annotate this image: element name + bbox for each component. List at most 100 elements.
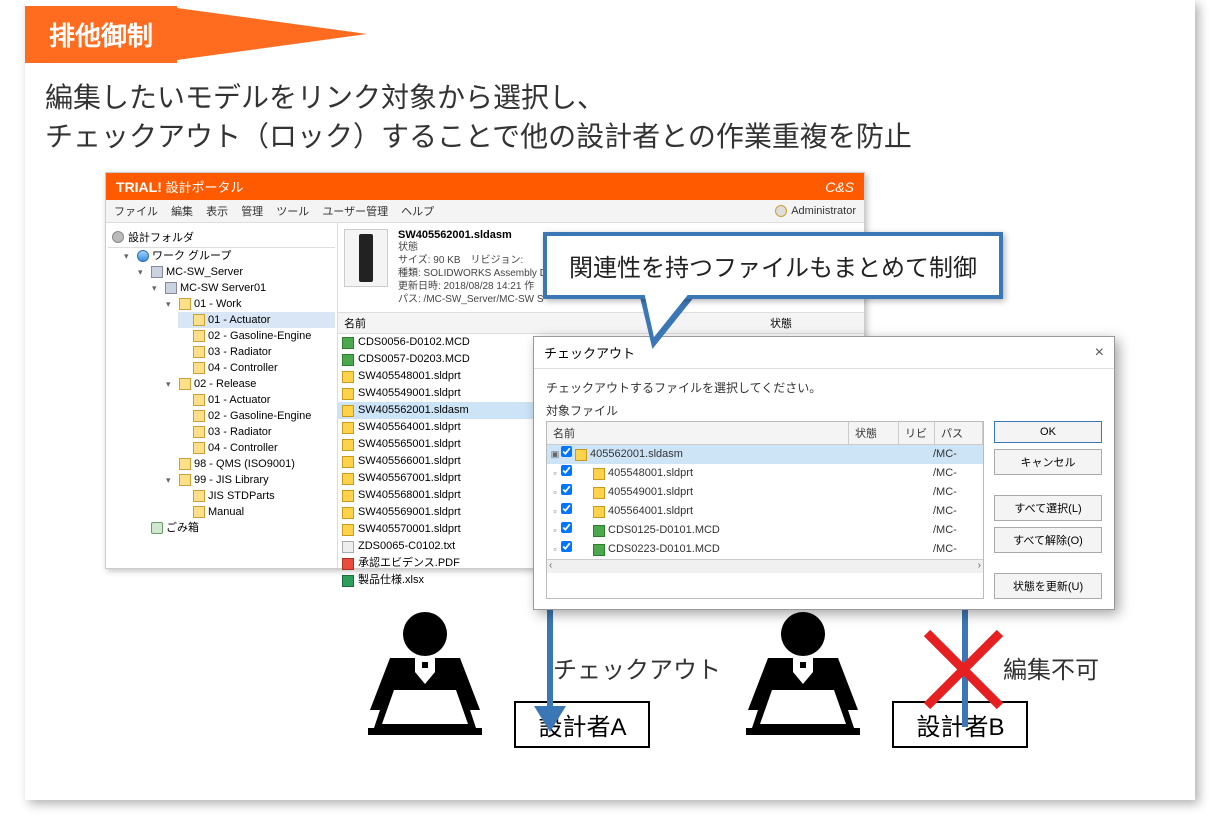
deselect-all-button[interactable]: すべて解除(O)	[994, 527, 1102, 553]
tree-item[interactable]: JIS STDParts	[178, 488, 335, 504]
dialog-file-row[interactable]: ▫CDS0125-D0101.MCD/MC-	[547, 521, 983, 540]
folder-icon	[193, 394, 205, 406]
tree-item[interactable]: 02 - Gasoline-Engine	[178, 408, 335, 424]
menu-manage[interactable]: 管理	[241, 206, 263, 218]
tree-qms[interactable]: 98 - QMS (ISO9001)	[164, 456, 335, 472]
tree-item[interactable]: 03 - Radiator	[178, 344, 335, 360]
menu-items: ファイル 編集 表示 管理 ツール ユーザー管理 ヘルプ	[114, 203, 444, 219]
checkout-label: チェックアウト	[553, 650, 721, 685]
gear-icon	[112, 231, 124, 243]
menu-usermgmt[interactable]: ユーザー管理	[322, 206, 388, 218]
tree-workgroup[interactable]: ▾ワーク グループ	[122, 248, 335, 264]
dialog-scrollbar[interactable]: ‹›	[547, 559, 983, 573]
menubar: ファイル 編集 表示 管理 ツール ユーザー管理 ヘルプ Administrat…	[106, 200, 864, 223]
file-icon	[593, 487, 605, 499]
dialog-file-row[interactable]: ▫405549001.sldprt/MC-	[547, 483, 983, 502]
preview-meta: SW405562001.sldasm 状態 サイズ: 90 KB リビジョン: …	[398, 229, 547, 306]
file-checkbox[interactable]	[561, 446, 572, 457]
folder-icon	[193, 426, 205, 438]
file-icon	[342, 337, 354, 349]
menu-edit[interactable]: 編集	[171, 206, 193, 218]
tree-header: 設計フォルダ	[108, 227, 335, 248]
select-all-button[interactable]: すべて選択(L)	[994, 495, 1102, 521]
file-checkbox[interactable]	[561, 522, 572, 533]
cross-icon	[921, 627, 1006, 717]
file-icon	[342, 507, 354, 519]
tree-work[interactable]: ▾01 - Work	[164, 296, 335, 312]
tree-item[interactable]: Manual	[178, 504, 335, 520]
close-icon[interactable]: ×	[1095, 344, 1104, 362]
tree-server-group[interactable]: ▾MC-SW_Server	[136, 264, 335, 280]
file-icon	[342, 575, 354, 587]
folder-icon	[193, 490, 205, 502]
expand-icon[interactable]: ▣	[549, 446, 561, 463]
trash-icon	[151, 522, 163, 534]
folder-icon	[193, 362, 205, 374]
file-icon	[342, 456, 354, 468]
expand-icon[interactable]: ▫	[549, 522, 561, 539]
cancel-button[interactable]: キャンセル	[994, 449, 1102, 475]
tree-release[interactable]: ▾02 - Release	[164, 376, 335, 392]
file-icon	[593, 544, 605, 556]
dialog-file-row[interactable]: ▫CDS0223-D0101.MCD/MC-	[547, 540, 983, 559]
folder-icon	[193, 410, 205, 422]
menu-file[interactable]: ファイル	[114, 206, 158, 218]
tree-item[interactable]: 01 - Actuator	[178, 392, 335, 408]
tree-item[interactable]: 02 - Gasoline-Engine	[178, 328, 335, 344]
folder-icon	[179, 378, 191, 390]
app-titlebar: TRIAL! 設計ポータル C&S	[106, 173, 864, 200]
folder-icon	[193, 346, 205, 358]
file-icon	[342, 473, 354, 485]
file-checkbox[interactable]	[561, 484, 572, 495]
noedit-label: 編集不可	[1003, 650, 1099, 685]
tree-item[interactable]: 03 - Radiator	[178, 424, 335, 440]
list-header: 名前 状態	[338, 313, 864, 334]
file-checkbox[interactable]	[561, 465, 572, 476]
section-title: 排他御制	[25, 6, 177, 63]
expand-icon[interactable]: ▫	[549, 503, 561, 520]
person-laptop-icon	[718, 610, 888, 735]
file-icon	[593, 506, 605, 518]
file-icon	[342, 524, 354, 536]
refresh-button[interactable]: 状態を更新(U)	[994, 573, 1102, 599]
tree-actuator[interactable]: 01 - Actuator	[178, 312, 335, 328]
preview-thumbnail	[344, 229, 388, 287]
dialog-file-row[interactable]: ▫405548001.sldprt/MC-	[547, 464, 983, 483]
dialog-file-list: 名前 状態 リビ パス ▣405562001.sldasm/MC-▫405548…	[546, 421, 984, 599]
menu-help[interactable]: ヘルプ	[401, 206, 434, 218]
folder-icon	[193, 442, 205, 454]
globe-icon	[137, 250, 149, 262]
tree-jis[interactable]: ▾99 - JIS Library	[164, 472, 335, 488]
ok-button[interactable]: OK	[994, 421, 1102, 443]
checkout-dialog: チェックアウト × チェックアウトするファイルを選択してください。 対象ファイル…	[533, 336, 1115, 610]
tree-trash[interactable]: ごみ箱	[136, 520, 335, 536]
file-icon	[342, 354, 354, 366]
folder-icon	[193, 330, 205, 342]
expand-icon[interactable]: ▫	[549, 465, 561, 482]
callout: 関連性を持つファイルもまとめて制御	[543, 232, 1003, 299]
app-logo: C&S	[825, 179, 854, 195]
expand-icon[interactable]: ▫	[549, 541, 561, 558]
file-checkbox[interactable]	[561, 541, 572, 552]
folder-icon	[179, 474, 191, 486]
tree-server[interactable]: ▾MC-SW Server01	[150, 280, 335, 296]
file-icon	[575, 449, 587, 461]
dialog-buttons: OK キャンセル すべて選択(L) すべて解除(O) 状態を更新(U)	[994, 421, 1102, 599]
user-indicator[interactable]: Administrator	[775, 203, 856, 219]
expand-icon[interactable]: ▫	[549, 484, 561, 501]
file-icon	[342, 371, 354, 383]
tree-item[interactable]: 04 - Controller	[178, 360, 335, 376]
dialog-file-row[interactable]: ▫405564001.sldprt/MC-	[547, 502, 983, 521]
folder-icon	[193, 506, 205, 518]
file-icon	[342, 541, 354, 553]
title-wedge	[177, 8, 367, 60]
folder-icon	[179, 298, 191, 310]
menu-tool[interactable]: ツール	[276, 206, 309, 218]
file-icon	[342, 405, 354, 417]
dialog-file-row[interactable]: ▣405562001.sldasm/MC-	[547, 445, 983, 464]
menu-view[interactable]: 表示	[206, 206, 228, 218]
file-icon	[342, 439, 354, 451]
file-icon	[342, 558, 354, 570]
tree-item[interactable]: 04 - Controller	[178, 440, 335, 456]
file-checkbox[interactable]	[561, 503, 572, 514]
